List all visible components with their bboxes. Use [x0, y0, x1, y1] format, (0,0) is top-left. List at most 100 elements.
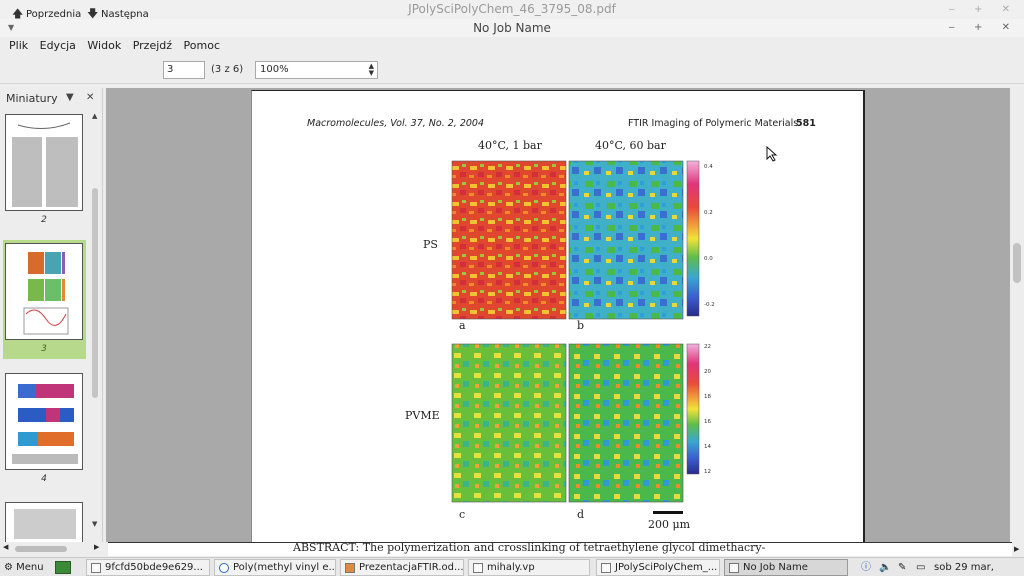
panel-label-c: c	[459, 508, 465, 521]
thumbnail-page-4[interactable]	[5, 373, 83, 470]
ftir-image-c	[451, 343, 567, 503]
gear-icon: ⚙	[4, 562, 13, 573]
zoom-select[interactable]: 100% ▲ ▼	[255, 61, 378, 79]
viewer-vertical-scrollbar[interactable]	[1010, 88, 1024, 542]
task-item-1[interactable]: 9fcfd50bde9e629...	[86, 559, 210, 576]
thumbnail-page-2[interactable]	[5, 114, 83, 211]
task-label-3: PrezentacjaFTIR.od...	[359, 562, 464, 573]
task-item-2[interactable]: Poly(methyl vinyl e...	[214, 559, 336, 576]
page-number-input[interactable]: 3	[163, 61, 205, 79]
mouse-cursor-icon	[766, 146, 778, 162]
terminal-icon[interactable]	[55, 561, 71, 574]
scale2-tick-2: 18	[704, 394, 711, 400]
outer-title-text: JPolySciPolyChem_46_3795_08.pdf	[408, 2, 616, 16]
info-icon[interactable]: ⓘ	[861, 558, 871, 576]
pdf-icon	[601, 563, 611, 573]
start-menu-label: Menu	[16, 562, 44, 573]
thumbnail-label-3: 3	[41, 344, 47, 354]
color-scale-ps	[686, 160, 700, 317]
task-label-6: No Job Name	[743, 562, 808, 573]
panel-label-b: b	[577, 319, 584, 332]
thumbnail-label-2: 2	[41, 215, 47, 225]
page-number: 581	[796, 118, 816, 129]
ftir-image-d	[568, 343, 684, 503]
next-page-preview: ABSTRACT: The polymerization and crossli…	[108, 542, 1012, 556]
scroll-left-icon[interactable]: ◀	[3, 543, 8, 551]
task-label-5: JPolySciPolyChem_...	[615, 562, 718, 573]
viewer-scroll-right-icon[interactable]: ▶	[1014, 545, 1019, 553]
next-page-button[interactable]: 🡇 Następna	[87, 6, 149, 22]
zoom-value: 100%	[260, 64, 289, 75]
scale2-tick-0: 22	[704, 344, 711, 350]
menu-help[interactable]: Pomoc	[180, 37, 224, 54]
scroll-right-icon[interactable]: ▶	[94, 543, 99, 551]
outer-window-title: JPolySciPolyChem_46_3795_08.pdf ‒ + ✕	[0, 0, 1024, 19]
page-header-right: FTIR Imaging of Polymeric Materials	[628, 118, 798, 129]
battery-icon[interactable]: ▭	[916, 558, 925, 576]
sidebar-horizontal-scrollbar[interactable]: ◀ ▶	[0, 543, 106, 555]
column-label-a: 40°C, 1 bar	[478, 139, 543, 152]
menu-file[interactable]: Plik	[0, 37, 32, 54]
scale-bar-label: 200 μm	[648, 518, 691, 531]
scale1-tick-2: 0.0	[704, 256, 713, 262]
file-icon	[473, 563, 483, 573]
menu-bar: Plik Edycja Widok Przejdź Pomoc	[0, 37, 1024, 54]
clock[interactable]: sob 29 mar, 17:49	[934, 558, 1024, 576]
sidebar-close-icon[interactable]: ✕	[86, 92, 94, 103]
menu-edit[interactable]: Edycja	[36, 37, 80, 54]
sidebar-scroll-down-icon[interactable]: ▼	[92, 520, 97, 528]
task-item-5[interactable]: JPolySciPolyChem_...	[596, 559, 720, 576]
taskbar: ⚙ Menu 9fcfd50bde9e629... Poly(methyl vi…	[0, 557, 1024, 576]
sidebar-title: Miniatury	[6, 92, 58, 105]
inner-window-controls[interactable]: ‒ + ✕	[949, 19, 1018, 37]
task-label-4: mihaly.vp	[487, 562, 535, 573]
thumbnail-page-3[interactable]	[5, 243, 83, 340]
thumbnail-label-4: 4	[41, 474, 47, 484]
start-menu-button[interactable]: ⚙ Menu	[4, 558, 44, 576]
scale2-tick-3: 16	[704, 419, 711, 425]
horizontal-scroll-thumb[interactable]	[15, 546, 67, 552]
menu-view[interactable]: Widok	[83, 37, 125, 54]
task-item-4[interactable]: mihaly.vp	[468, 559, 590, 576]
scale1-tick-1: 0.2	[704, 210, 713, 216]
network-icon[interactable]: ✎	[898, 558, 906, 576]
thumbnail-4-content	[12, 384, 78, 464]
sidebar-dropdown-icon[interactable]: ▼	[66, 92, 74, 103]
arrow-up-icon: 🡅	[12, 7, 24, 20]
pdf-icon	[729, 563, 739, 573]
thumbnail-2-content	[12, 122, 78, 207]
sidebar-scrollbar[interactable]	[92, 188, 98, 398]
document-viewer[interactable]: Macromolecules, Vol. 37, No. 2, 2004 FTI…	[106, 88, 1010, 542]
page-count: (3 z 6)	[211, 64, 244, 75]
sidebar-scroll-up-icon[interactable]: ▲	[92, 112, 97, 120]
outer-window-controls[interactable]: ‒ + ✕	[949, 0, 1018, 19]
file-icon	[91, 563, 101, 573]
vertical-scroll-thumb[interactable]	[1013, 243, 1021, 283]
presentation-icon	[345, 563, 355, 573]
previous-page-label: Poprzednia	[26, 9, 82, 20]
arrow-down-icon: 🡇	[87, 7, 99, 20]
ftir-image-a	[451, 160, 567, 320]
task-label-1: 9fcfd50bde9e629...	[105, 562, 203, 573]
scale-bar	[653, 511, 683, 514]
ftir-image-b	[568, 160, 684, 320]
panel-label-a: a	[459, 319, 466, 332]
column-label-b: 40°C, 60 bar	[595, 139, 667, 152]
task-item-6[interactable]: No Job Name	[724, 559, 848, 576]
spin-arrows-icon[interactable]: ▲ ▼	[369, 63, 374, 77]
thumbnail-5-content	[14, 509, 76, 539]
next-page-label: Następna	[101, 9, 149, 20]
task-item-3[interactable]: PrezentacjaFTIR.od...	[340, 559, 464, 576]
previous-page-button[interactable]: 🡅 Poprzednia	[12, 6, 81, 22]
scale1-tick-0: 0.4	[704, 164, 713, 170]
row-label-pvme: PVME	[405, 409, 440, 422]
browser-icon	[219, 563, 229, 573]
page-header-left: Macromolecules, Vol. 37, No. 2, 2004	[307, 118, 484, 129]
volume-icon[interactable]: 🔈	[879, 558, 891, 576]
row-label-ps: PS	[423, 238, 438, 251]
task-label-2: Poly(methyl vinyl e...	[233, 562, 336, 573]
thumbnail-page-5[interactable]	[5, 502, 83, 542]
panel-label-d: d	[577, 508, 584, 521]
thumbnail-3-content	[23, 252, 69, 335]
menu-go[interactable]: Przejdź	[129, 37, 176, 54]
